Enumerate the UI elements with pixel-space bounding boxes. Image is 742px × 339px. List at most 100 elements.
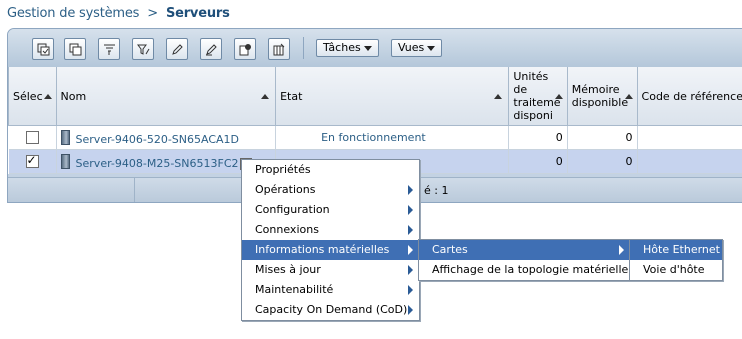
server-icon (60, 153, 70, 169)
menu-item-label: Mises à jour (255, 263, 321, 276)
submenu-arrow-icon (408, 305, 413, 315)
breadcrumb: Gestion de systèmes > Serveurs (7, 6, 230, 21)
toolbar: Tâches Vues (8, 29, 742, 68)
edit-icon (171, 43, 183, 55)
menu-item-host-ethernet[interactable]: Hôte Ethernet (630, 240, 722, 260)
submenu-arrow-icon (619, 245, 624, 255)
menu-item-properties[interactable]: Propriétés (242, 160, 419, 180)
column-header-memory[interactable]: Mémoire disponible (566, 67, 638, 126)
toolbar-separator (303, 37, 304, 59)
row-units-cell: 0 (508, 149, 568, 174)
column-header-name-label: Nom (60, 89, 87, 103)
column-header-reference-label: Code de référence (641, 89, 742, 103)
server-name-link[interactable]: Server-9406-520-SN65ACA1D (76, 133, 239, 146)
row-checkbox[interactable] (25, 131, 39, 144)
sort-ascending-icon (554, 94, 563, 99)
views-menu-button[interactable]: Vues (391, 39, 443, 57)
submenu-arrow-icon (408, 285, 413, 295)
menu-item-hardware-topology[interactable]: Affichage de la topologie matérielle (419, 260, 630, 280)
menu-item-label: Cartes (432, 243, 468, 256)
server-state-link[interactable]: En fonctionnement (321, 131, 426, 144)
servers-table: Sélec Nom Etat Unités de traiteme dispon… (8, 67, 742, 174)
row-memory-cell: 0 (567, 149, 638, 174)
menu-item-host-channel[interactable]: Voie d'hôte (630, 260, 722, 280)
menu-item-hardware-info[interactable]: Informations matérielles (242, 240, 419, 260)
menu-item-label: Affichage de la topologie matérielle (432, 263, 629, 276)
row-select-cell (8, 149, 57, 174)
menu-item-capacity-on-demand[interactable]: Capacity On Demand (CoD) (242, 300, 419, 320)
menu-item-label: Hôte Ethernet (643, 243, 720, 256)
row-ref-cell (637, 125, 742, 150)
column-header-state[interactable]: Etat (275, 67, 510, 126)
context-menu: Propriétés Opérations Configuration Conn… (241, 159, 420, 321)
column-header-processing-units[interactable]: Unités de traiteme disponi (508, 67, 568, 126)
settings-button[interactable] (234, 38, 256, 60)
menu-item-cards[interactable]: Cartes (419, 240, 630, 260)
submenu-arrow-icon (408, 225, 413, 235)
row-select-cell (8, 125, 57, 150)
menu-item-label: Capacity On Demand (CoD) (255, 303, 408, 316)
views-menu-label: Vues (398, 41, 425, 54)
column-header-name[interactable]: Nom (55, 67, 277, 126)
status-selected-count: é : 1 (424, 184, 449, 197)
submenu-arrow-icon (408, 245, 413, 255)
menu-item-connections[interactable]: Connexions (242, 220, 419, 240)
sort-ascending-icon (624, 94, 633, 99)
column-header-reference-code[interactable]: Code de référence (636, 67, 742, 126)
sort-ascending-icon (43, 94, 52, 99)
menu-item-operations[interactable]: Opérations (242, 180, 419, 200)
column-header-select-label: Sélec (13, 89, 43, 103)
table-header-row: Sélec Nom Etat Unités de traiteme dispon… (8, 67, 742, 126)
column-header-select[interactable]: Sélec (8, 67, 57, 126)
columns-icon (273, 43, 284, 55)
submenu-arrow-icon (408, 265, 413, 275)
server-icon (60, 129, 70, 145)
menu-item-configuration[interactable]: Configuration (242, 200, 419, 220)
sort-ascending-icon (494, 94, 503, 99)
submenu-arrow-icon (408, 185, 413, 195)
filter-icon (103, 44, 115, 55)
menu-item-label: Propriétés (255, 163, 311, 176)
row-state-cell: En fonctionnement (275, 125, 510, 150)
status-divider (134, 178, 135, 202)
menu-item-updates[interactable]: Mises à jour (242, 260, 419, 280)
row-units-cell: 0 (508, 125, 568, 150)
menu-item-label: Informations matérielles (255, 243, 390, 256)
column-header-memory-line: Mémoire (571, 83, 620, 96)
copy-button[interactable] (64, 38, 86, 60)
filter-button[interactable] (98, 38, 120, 60)
edit-sort-button[interactable] (200, 38, 222, 60)
menu-item-label: Connexions (255, 223, 319, 236)
sort-ascending-icon (261, 94, 270, 99)
row-ref-cell (637, 149, 742, 174)
breadcrumb-separator: > (147, 6, 158, 21)
menu-item-label: Configuration (255, 203, 330, 216)
chevron-down-icon (427, 45, 436, 51)
hardware-info-submenu: Cartes Affichage de la topologie matérie… (418, 239, 631, 281)
cards-submenu: Hôte Ethernet Voie d'hôte (629, 239, 723, 281)
row-checkbox[interactable] (25, 153, 39, 168)
column-header-state-label: Etat (280, 89, 303, 103)
tasks-menu-button[interactable]: Tâches (316, 39, 379, 57)
menu-item-label: Maintenabilité (255, 283, 334, 296)
table-row[interactable]: Server-9406-520-SN65ACA1D En fonctionnem… (8, 125, 742, 150)
menu-item-label: Opérations (255, 183, 316, 196)
menu-item-serviceability[interactable]: Maintenabilité (242, 280, 419, 300)
submenu-arrow-icon (408, 205, 413, 215)
column-header-units-line: Unités (513, 70, 549, 83)
select-all-button[interactable] (32, 38, 54, 60)
columns-button[interactable] (268, 38, 290, 60)
edit-button[interactable] (166, 38, 188, 60)
menu-item-label: Voie d'hôte (643, 263, 705, 276)
filter-edit-icon (136, 44, 149, 55)
server-name-link[interactable]: Server-9408-M25-SN6513FC2 (76, 157, 239, 170)
tasks-menu-label: Tâches (323, 41, 361, 54)
row-memory-cell: 0 (567, 125, 638, 150)
column-header-units-line: traiteme (513, 96, 561, 109)
column-header-units-line: de (513, 83, 528, 96)
select-all-icon (37, 43, 49, 55)
breadcrumb-root-link[interactable]: Gestion de systèmes (7, 6, 139, 21)
filter-edit-button[interactable] (132, 38, 154, 60)
breadcrumb-current: Serveurs (165, 6, 230, 21)
chevron-down-icon (363, 45, 372, 51)
